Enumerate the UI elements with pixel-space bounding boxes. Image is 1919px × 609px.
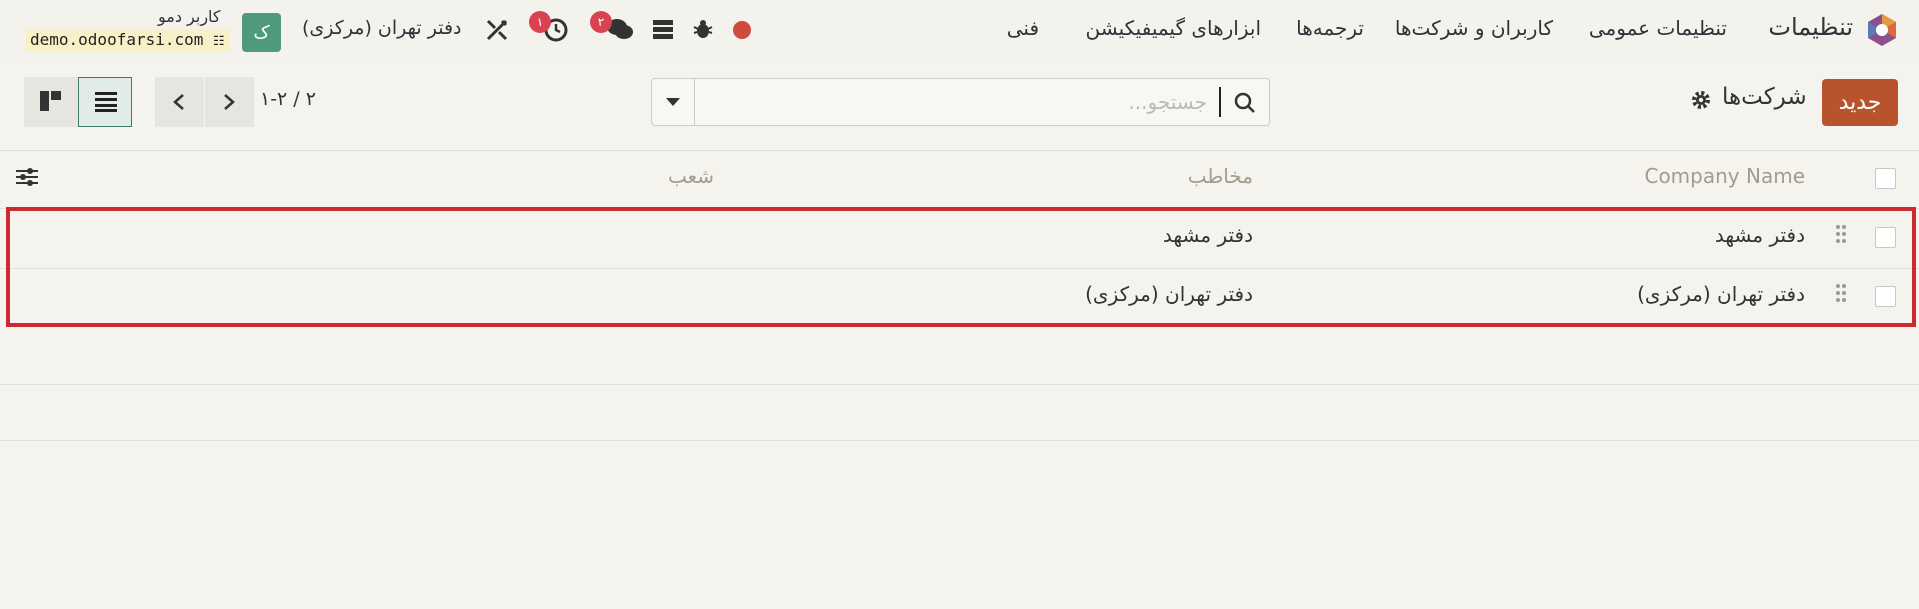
database-icon: ☷ [213,34,225,49]
kanban-view-button[interactable] [24,77,78,127]
activity-badge: ۱ [529,11,551,33]
user-name[interactable]: کاربر دمو [158,7,221,26]
chevron-left-icon [173,94,184,110]
company-switcher[interactable]: دفتر تهران (مرکزی) [302,17,462,39]
search-options-toggle[interactable] [652,79,695,125]
divider [0,150,1919,151]
menu-general-settings[interactable]: تنظیمات عمومی [1589,16,1727,40]
column-branches[interactable]: شعب [668,164,714,188]
messages-badge: ۲ [590,11,612,33]
divider [0,440,1919,441]
menu-users-companies[interactable]: کاربران و شرکت‌ها [1395,16,1553,40]
selection-highlight [6,207,1916,327]
caret-down-icon [666,98,680,106]
chevron-right-icon [224,94,235,110]
bug-icon[interactable] [692,18,714,40]
new-button[interactable]: جدید [1822,79,1898,126]
select-all-checkbox[interactable] [1875,168,1896,189]
search-icon[interactable] [1234,92,1256,114]
top-navbar: تنظیمات تنظیمات عمومی کاربران و شرکت‌ها … [0,0,1919,58]
app-logo-icon[interactable] [1866,13,1898,47]
breadcrumb: شرکت‌ها [1722,84,1807,110]
pager-prev-button[interactable] [155,77,204,127]
optional-columns-icon[interactable] [15,166,39,188]
avatar[interactable]: ک [242,13,281,52]
list-view-icon [95,92,117,112]
database-name: demo.odoofarsi.com ☷ [26,29,230,51]
kanban-view-icon [40,91,61,111]
tools-icon[interactable] [485,18,509,42]
menu-gamification-tools[interactable]: ابزارهای گیمیفیکیشن [1086,16,1261,40]
divider [0,384,1919,385]
status-dot-icon[interactable] [733,21,751,39]
app-title[interactable]: تنظیمات [1768,13,1853,41]
pager-value[interactable]: ۱-۲ / ۲ [260,88,316,110]
menu-technical[interactable]: فنی [1007,16,1039,40]
list-view-button[interactable] [78,77,132,127]
search-input[interactable] [702,87,1207,117]
column-partner[interactable]: مخاطب [1188,164,1253,188]
gear-icon[interactable] [1689,88,1713,112]
pager-next-button[interactable] [205,77,254,127]
search-bar [651,78,1270,126]
server-icon[interactable] [652,19,674,39]
text-cursor [1219,87,1221,117]
menu-translations[interactable]: ترجمه‌ها [1296,16,1364,40]
column-company-name[interactable]: Company Name [1644,164,1805,188]
